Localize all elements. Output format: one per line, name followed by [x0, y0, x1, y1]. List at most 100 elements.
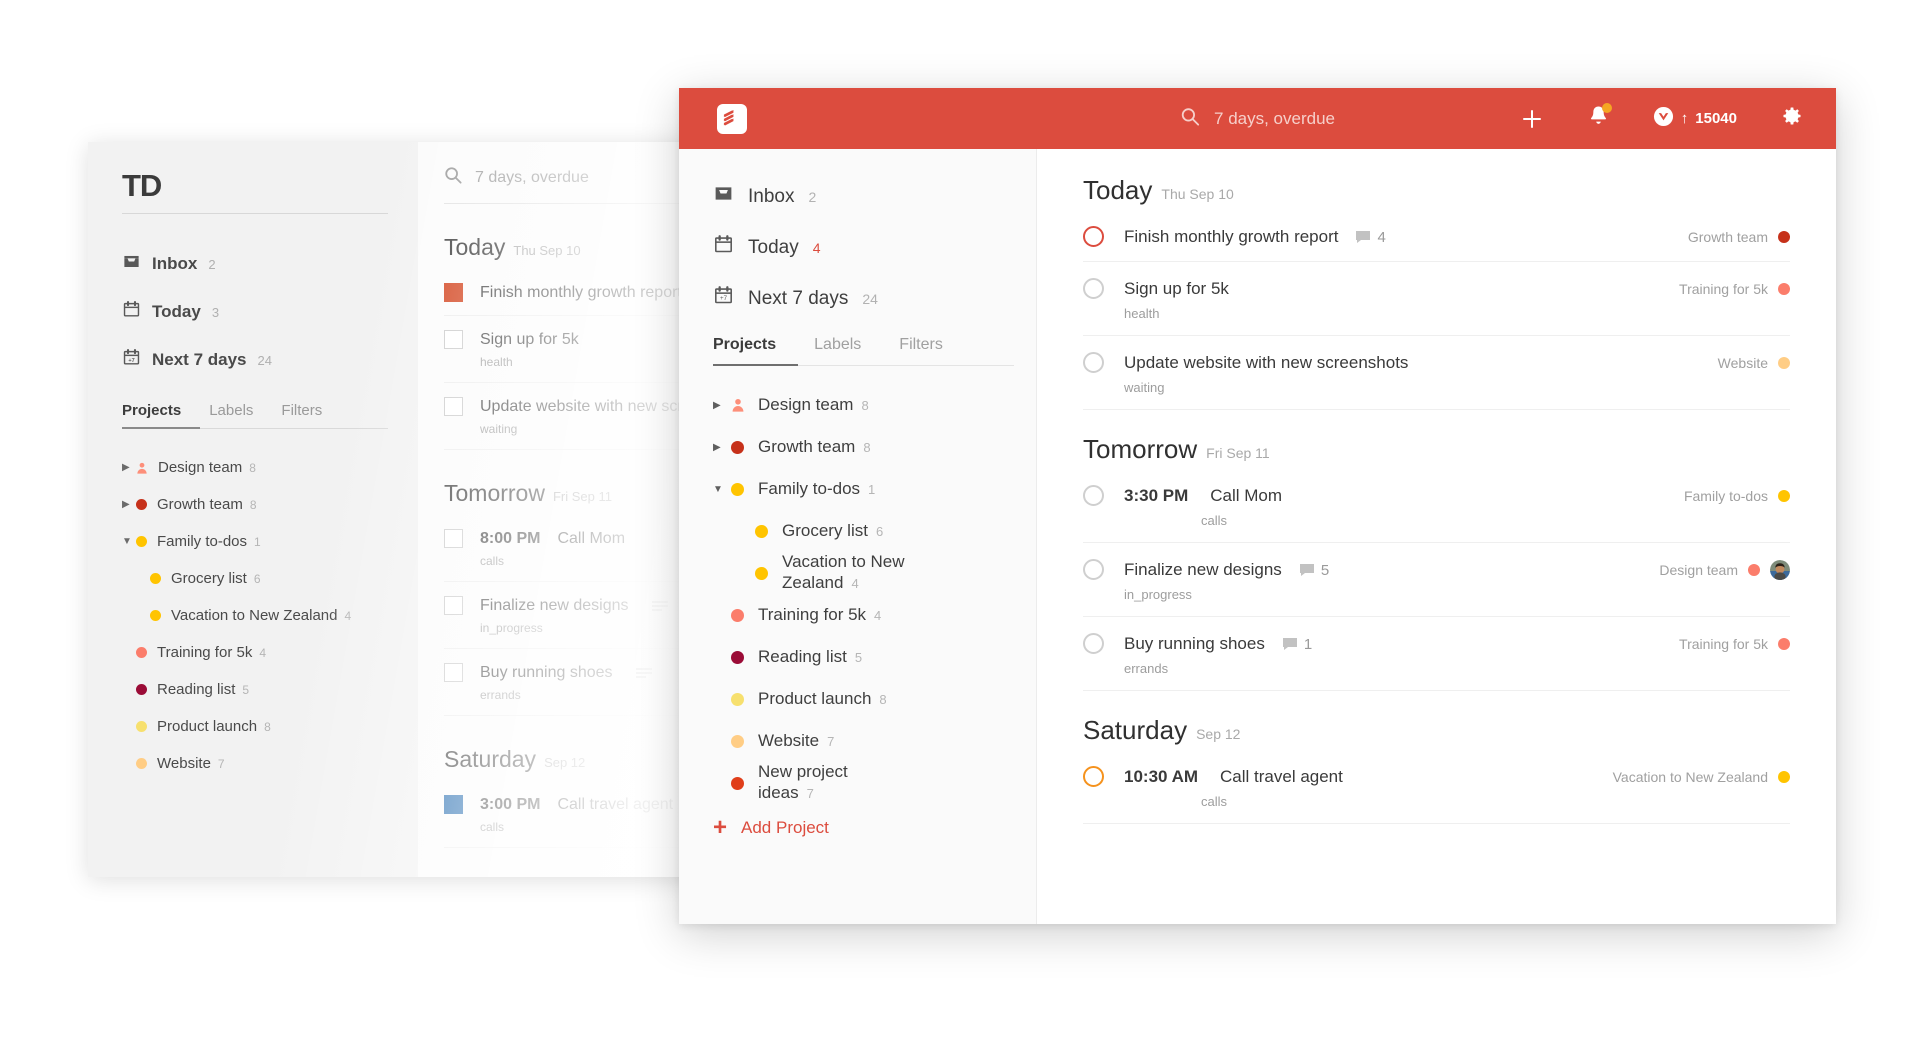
task-label[interactable]: errands — [1124, 661, 1790, 676]
collapse-caret-icon[interactable]: ▼ — [713, 484, 731, 495]
task-project-name[interactable]: Design team — [1659, 562, 1738, 578]
background-nav-item-next-7-days[interactable]: +7 Next 7 days 24 — [122, 336, 388, 384]
project-item[interactable]: Vacation to New Zealand 4 — [713, 552, 1014, 594]
add-project-button[interactable]: + Add Project — [713, 813, 1014, 841]
task-checkbox[interactable] — [444, 330, 463, 349]
project-count: 4 — [344, 608, 352, 623]
project-label: Reading list — [157, 681, 236, 698]
tab-labels[interactable]: Labels — [814, 336, 861, 354]
expand-caret-icon[interactable]: ▶ — [713, 400, 731, 411]
task-checkbox[interactable] — [444, 283, 463, 302]
task-title: Finish monthly growth report — [480, 283, 682, 301]
project-item[interactable]: Product launch 8 — [713, 678, 1014, 720]
search-input[interactable]: 7 days, overdue — [1214, 109, 1335, 129]
background-nav-list: Inbox 2 Today 3 +7 Next 7 days 24 — [122, 240, 388, 384]
settings-button[interactable] — [1781, 105, 1803, 132]
sidebar-item-next-7-days[interactable]: +7 Next 7 days 24 — [713, 273, 1014, 324]
project-item[interactable]: Training for 5k 4 — [713, 594, 1014, 636]
project-item[interactable]: Grocery list 6 — [713, 510, 1014, 552]
task-project-name[interactable]: Growth team — [1688, 229, 1768, 245]
task-title: Update website with new screenshots — [1124, 352, 1409, 372]
nav-label: Today — [152, 302, 201, 321]
task-row[interactable]: Buy running shoes 1 Training for 5k erra… — [1083, 617, 1790, 691]
task-complete-checkbox[interactable] — [1083, 633, 1104, 654]
task-checkbox[interactable] — [444, 397, 463, 416]
sidebar-item-inbox[interactable]: Inbox 2 — [713, 171, 1014, 222]
task-label[interactable]: waiting — [1124, 380, 1790, 395]
background-project-item[interactable]: Vacation to New Zealand 4 — [122, 597, 388, 634]
plus-icon: + — [713, 813, 728, 841]
task-comment-count[interactable]: 5 — [1299, 562, 1329, 579]
task-complete-checkbox[interactable] — [1083, 278, 1104, 299]
background-tabs[interactable]: Projects Labels Filters — [122, 402, 388, 429]
task-checkbox[interactable] — [444, 663, 463, 682]
background-project-item[interactable]: ▼ Family to-dos 1 — [122, 523, 388, 560]
background-project-item[interactable]: Training for 5k 4 — [122, 634, 388, 671]
task-complete-checkbox[interactable] — [1083, 485, 1104, 506]
background-nav-item-inbox[interactable]: Inbox 2 — [122, 240, 388, 288]
search-bar[interactable]: 7 days, overdue — [1180, 107, 1335, 131]
collapse-caret-icon[interactable]: ▼ — [122, 536, 136, 547]
task-row[interactable]: Finish monthly growth report 4 Growth te… — [1083, 210, 1790, 262]
task-row[interactable]: Finalize new designs 5 Design team in_pr… — [1083, 543, 1790, 617]
background-project-item[interactable]: ▶ Growth team 8 — [122, 486, 388, 523]
tab-projects[interactable]: Projects — [713, 336, 776, 354]
task-project-name[interactable]: Training for 5k — [1679, 281, 1768, 297]
background-project-item[interactable]: Product launch 8 — [122, 708, 388, 745]
task-label[interactable]: in_progress — [1124, 587, 1790, 602]
todoist-logo-icon[interactable] — [717, 103, 747, 134]
todoist-app-window[interactable]: 7 days, overdue ↑ 15040 Inbox 2 Today 4 … — [679, 88, 1836, 924]
task-project-name[interactable]: Website — [1718, 355, 1768, 371]
background-project-item[interactable]: Website 7 — [122, 745, 388, 782]
project-label: Product launch — [157, 718, 258, 735]
sidebar-tabs[interactable]: Projects Labels Filters — [713, 336, 1014, 366]
expand-caret-icon[interactable]: ▶ — [122, 462, 136, 473]
task-project-name[interactable]: Training for 5k — [1679, 636, 1768, 652]
task-label[interactable]: calls — [1201, 513, 1790, 528]
background-tab-filters[interactable]: Filters — [281, 402, 322, 419]
project-item[interactable]: ▶ Growth team 8 — [713, 426, 1014, 468]
background-tab-projects[interactable]: Projects — [122, 402, 181, 419]
project-item[interactable]: New project ideas 7 — [713, 762, 1014, 804]
background-project-item[interactable]: Grocery list 6 — [122, 560, 388, 597]
sidebar-nav-list: Inbox 2 Today 4 +7 Next 7 days 24 — [713, 171, 1014, 324]
expand-caret-icon[interactable]: ▶ — [122, 499, 136, 510]
project-item[interactable]: Reading list 5 — [713, 636, 1014, 678]
task-checkbox[interactable] — [444, 596, 463, 615]
task-project-name[interactable]: Vacation to New Zealand — [1613, 769, 1768, 785]
project-item[interactable]: ▼ Family to-dos 1 — [713, 468, 1014, 510]
project-color-dot — [755, 566, 768, 580]
project-label: Vacation to New Zealand 4 — [782, 552, 905, 592]
task-complete-checkbox[interactable] — [1083, 559, 1104, 580]
task-comment-count[interactable]: 4 — [1355, 229, 1386, 246]
tab-filters[interactable]: Filters — [899, 336, 943, 354]
background-project-item[interactable]: Reading list 5 — [122, 671, 388, 708]
task-row[interactable]: Update website with new screenshots Webs… — [1083, 336, 1790, 410]
task-time: 10:30 AM — [1124, 766, 1199, 786]
task-meta: Design team — [1659, 559, 1790, 580]
sidebar-item-today[interactable]: Today 4 — [713, 222, 1014, 273]
expand-caret-icon[interactable]: ▶ — [713, 442, 731, 453]
task-label[interactable]: health — [1124, 306, 1790, 321]
task-row[interactable]: Sign up for 5k Training for 5k health — [1083, 262, 1790, 336]
background-project-item[interactable]: ▶ Design team 8 — [122, 449, 388, 486]
task-complete-checkbox[interactable] — [1083, 352, 1104, 373]
task-complete-checkbox[interactable] — [1083, 766, 1104, 787]
task-row[interactable]: 3:30 PM Call Mom Family to-dos calls — [1083, 469, 1790, 543]
task-comment-count[interactable]: 1 — [1282, 636, 1312, 653]
notifications-button[interactable] — [1588, 103, 1612, 132]
task-row[interactable]: 10:30 AM Call travel agent Vacation to N… — [1083, 750, 1790, 824]
task-checkbox[interactable] — [444, 795, 463, 814]
task-label[interactable]: calls — [1201, 794, 1790, 809]
add-task-button[interactable] — [1520, 107, 1544, 131]
task-complete-checkbox[interactable] — [1083, 226, 1104, 247]
background-tab-labels[interactable]: Labels — [209, 402, 253, 419]
task-checkbox[interactable] — [444, 529, 463, 548]
project-color-dot — [136, 758, 147, 769]
project-count: 1 — [868, 481, 876, 497]
task-project-name[interactable]: Family to-dos — [1684, 488, 1768, 504]
project-item[interactable]: ▶ Design team 8 — [713, 384, 1014, 426]
project-item[interactable]: Website 7 — [713, 720, 1014, 762]
karma-button[interactable]: ↑ 15040 — [1653, 106, 1737, 131]
background-nav-item-today[interactable]: Today 3 — [122, 288, 388, 336]
